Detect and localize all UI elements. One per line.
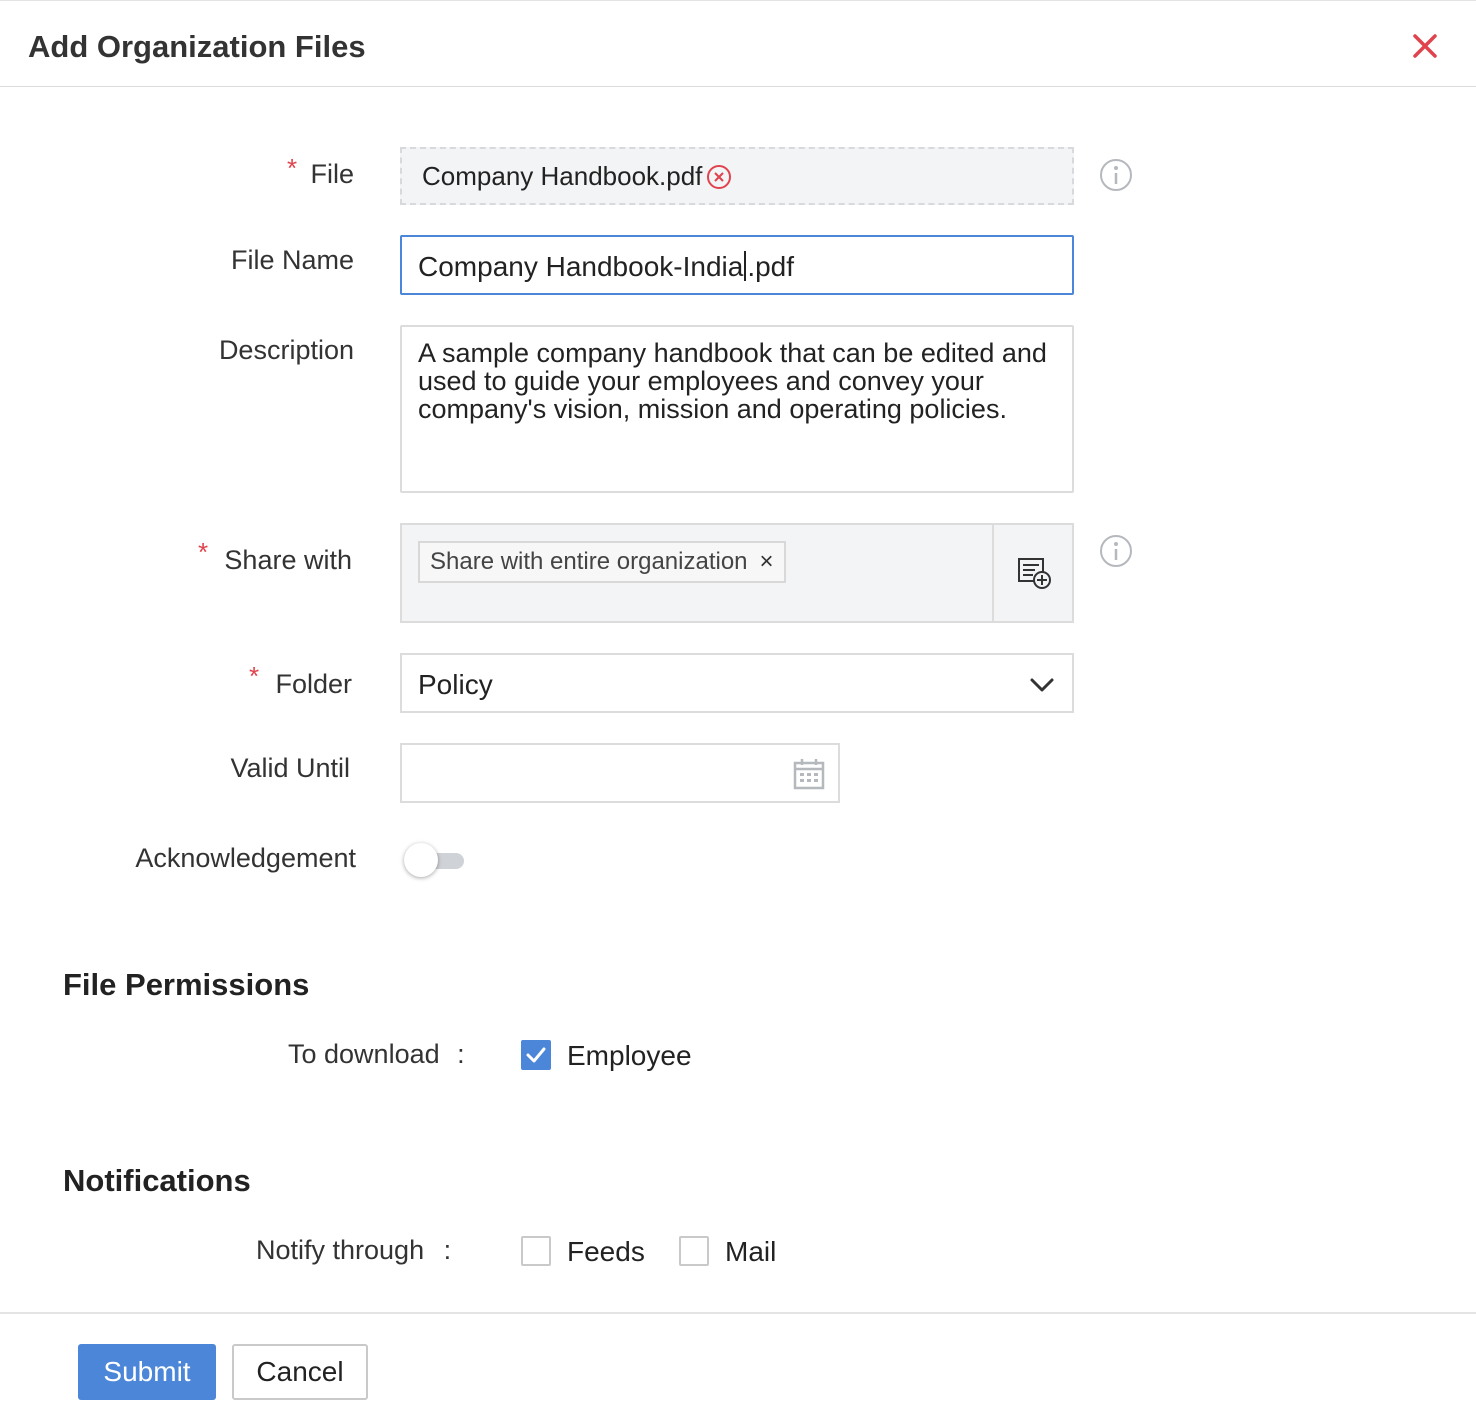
folder-label: Folder xyxy=(275,669,352,699)
dialog-header: Add Organization Files xyxy=(0,7,1476,87)
notify-through-colon: : xyxy=(443,1235,452,1265)
mail-checkbox-label: Mail xyxy=(725,1236,777,1267)
file-name-value-start: Company Handbook-India xyxy=(418,251,744,282)
folder-select[interactable]: Policy xyxy=(400,653,1074,713)
valid-until-label: Valid Until xyxy=(230,753,350,783)
file-upload-box[interactable]: Company Handbook.pdf xyxy=(400,147,1074,205)
share-with-field[interactable]: Share with entire organization × xyxy=(400,523,1074,623)
folder-selected-value: Policy xyxy=(418,669,493,700)
close-icon[interactable] xyxy=(1404,25,1446,67)
file-name-chip: Company Handbook.pdf xyxy=(422,161,703,191)
share-tag-remove-button[interactable]: × xyxy=(760,543,774,581)
toggle-knob xyxy=(404,843,438,877)
description-textarea[interactable]: A sample company handbook that can be ed… xyxy=(400,325,1074,493)
chevron-down-icon xyxy=(1030,678,1054,692)
footer-divider xyxy=(0,1312,1476,1314)
add-list-icon[interactable] xyxy=(1016,555,1052,591)
valid-until-input[interactable] xyxy=(400,743,840,803)
file-name-value-end: .pdf xyxy=(747,251,795,282)
add-organization-files-dialog: Add Organization Files * File Company Ha… xyxy=(0,0,1476,1426)
calendar-icon[interactable] xyxy=(792,757,826,791)
to-download-text: To download xyxy=(288,1039,440,1069)
acknowledgement-toggle[interactable] xyxy=(404,843,464,877)
share-divider xyxy=(992,525,994,621)
text-caret xyxy=(744,251,747,281)
feeds-checkbox[interactable] xyxy=(521,1236,551,1266)
share-tag-label: Share with entire organization xyxy=(430,548,748,575)
info-icon[interactable] xyxy=(1099,534,1133,568)
folder-required-mark: * xyxy=(249,661,260,691)
to-download-colon: : xyxy=(457,1039,465,1069)
employee-checkbox[interactable] xyxy=(521,1040,551,1070)
description-value: A sample company handbook that can be ed… xyxy=(418,338,1047,424)
share-tag: Share with entire organization × xyxy=(418,541,786,583)
file-name-label: File Name xyxy=(230,245,354,275)
notify-through-label: Notify through : xyxy=(256,1235,451,1266)
to-download-label: To download : xyxy=(288,1039,465,1070)
employee-checkbox-label: Employee xyxy=(567,1040,692,1071)
file-required-mark: * xyxy=(287,153,298,183)
notify-through-text: Notify through xyxy=(256,1235,425,1265)
file-label: File xyxy=(310,159,354,189)
file-name-input[interactable]: Company Handbook-India .pdf xyxy=(400,235,1074,295)
share-with-label: Share with xyxy=(224,545,352,575)
remove-circle-icon[interactable] xyxy=(706,164,732,190)
description-label: Description xyxy=(218,335,354,365)
share-with-required-mark: * xyxy=(198,537,209,567)
cancel-button[interactable]: Cancel xyxy=(232,1344,368,1400)
submit-button[interactable]: Submit xyxy=(78,1344,216,1400)
file-permissions-heading: File Permissions xyxy=(63,967,310,1002)
info-icon[interactable] xyxy=(1099,158,1133,192)
check-icon xyxy=(526,1047,546,1063)
feeds-checkbox-label: Feeds xyxy=(567,1236,645,1267)
dialog-title: Add Organization Files xyxy=(28,29,366,64)
acknowledgement-label: Acknowledgement xyxy=(135,843,356,873)
mail-checkbox[interactable] xyxy=(679,1236,709,1266)
notifications-heading: Notifications xyxy=(63,1163,251,1198)
